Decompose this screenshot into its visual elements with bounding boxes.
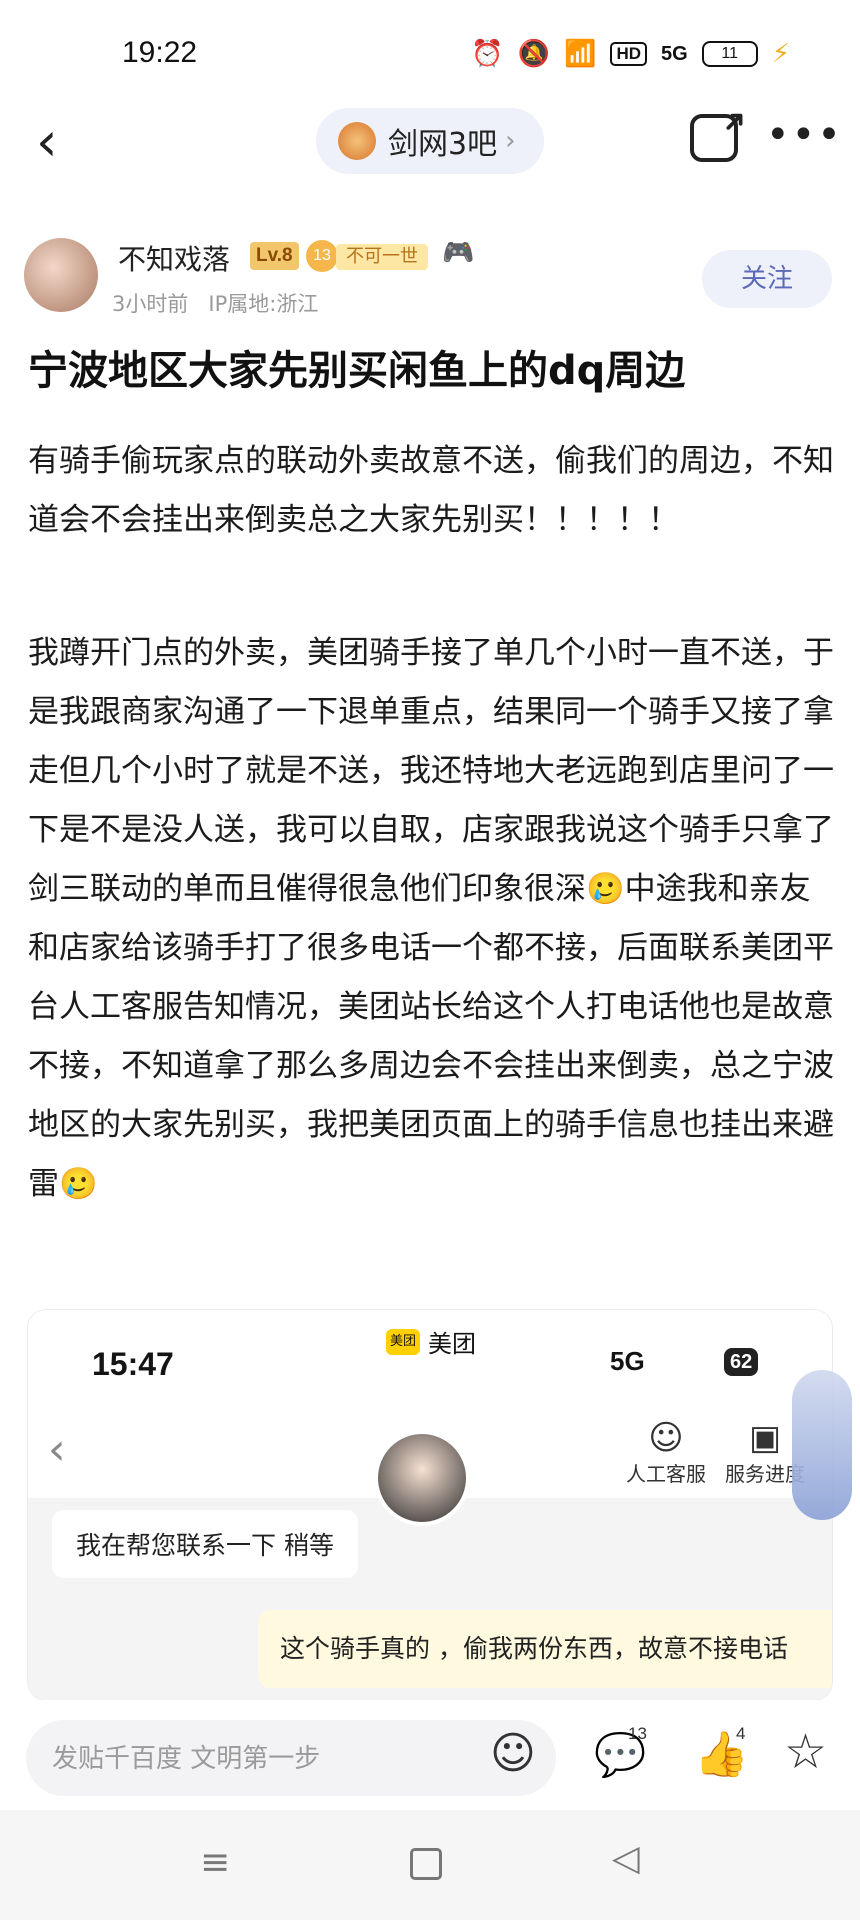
headset-icon: ☺ [648, 1418, 684, 1458]
embedded-battery: 62 [724, 1348, 759, 1376]
forum-link[interactable]: 剑网3吧 › [316, 108, 544, 174]
post-meta: 3小时前 IP属地:浙江 [112, 288, 318, 318]
battery-indicator: 11 [701, 41, 758, 67]
embedded-agent-avatar [374, 1430, 470, 1526]
menu-icon[interactable]: ≡ [200, 1842, 230, 1883]
charging-icon: ⚡ [771, 39, 790, 69]
embedded-network: 5G [610, 1346, 645, 1376]
embedded-message-left: 我在帮您联系一下 稍等 [52, 1510, 358, 1578]
level-badge: Lv.8 [250, 242, 299, 270]
home-icon[interactable] [410, 1848, 442, 1880]
service-agent-label: 人工客服 [626, 1462, 706, 1486]
like-count: 4 [736, 1724, 746, 1743]
back-icon[interactable]: ‹ [36, 112, 58, 172]
post-title: 宁波地区大家先别买闲鱼上的dq周边 [28, 348, 686, 394]
post-paragraph-2: 我蹲开门点的外卖，美团骑手接了单几个小时一直不送，于是我跟商家沟通了一下退单重点… [28, 635, 834, 1202]
forum-name: 剑网3吧 [388, 127, 498, 162]
network-label: 5G [661, 43, 688, 65]
embedded-image[interactable]: 15:47 美团 美团 5G 62 ‹ ☺ 人工客服 ▣ 服务进度 我在帮您联系… [28, 1310, 832, 1700]
wifi-icon: 📶 [564, 39, 597, 69]
more-icon[interactable]: ••• [766, 112, 843, 158]
alarm-icon: ⏰ [471, 39, 504, 69]
follow-button[interactable]: 关注 [702, 250, 832, 308]
status-icons: ⏰ 🔕 📶 HD 5G 11 ⚡ [471, 36, 790, 72]
ip-location: IP属地:浙江 [208, 292, 319, 316]
comment-count: 13 [628, 1724, 647, 1743]
chevron-right-icon: › [505, 126, 516, 156]
meituan-logo: 美团 [386, 1328, 420, 1355]
back-triangle-icon[interactable]: ◁ [612, 1838, 640, 1879]
emoji-icon[interactable]: ☺ [490, 1728, 536, 1779]
status-time: 19:22 [122, 36, 198, 69]
star-icon[interactable]: ☆ [784, 1724, 827, 1780]
floating-mascot[interactable] [792, 1370, 852, 1520]
embedded-app-header: 美团 美团 [386, 1324, 476, 1359]
post-time: 3小时前 [112, 292, 189, 316]
author-name[interactable]: 不知戏落 [118, 238, 230, 278]
reply-placeholder: 发贴千百度 文明第一步 [52, 1744, 321, 1774]
embedded-time: 15:47 [92, 1346, 174, 1382]
post-paragraph-1: 有骑手偷玩家点的联动外卖故意不送，偷我们的周边，不知道会不会挂出来倒卖总之大家先… [28, 443, 834, 538]
embedded-message-right: 这个骑手真的 ，偷我两份东西，故意不接电话 [258, 1610, 832, 1688]
rank-badge: 13 [306, 240, 338, 272]
embedded-app-name: 美团 [428, 1330, 476, 1358]
embedded-service-agent: ☺ 人工客服 [626, 1418, 706, 1487]
hd-badge: HD [610, 42, 648, 66]
gamepad-icon: 🎮 [442, 238, 475, 268]
title-tag: 不可一世 [336, 244, 428, 270]
avatar[interactable] [24, 238, 98, 312]
mute-icon: 🔕 [517, 39, 551, 69]
embedded-back-icon: ‹ [48, 1424, 66, 1475]
forum-logo [338, 122, 376, 160]
